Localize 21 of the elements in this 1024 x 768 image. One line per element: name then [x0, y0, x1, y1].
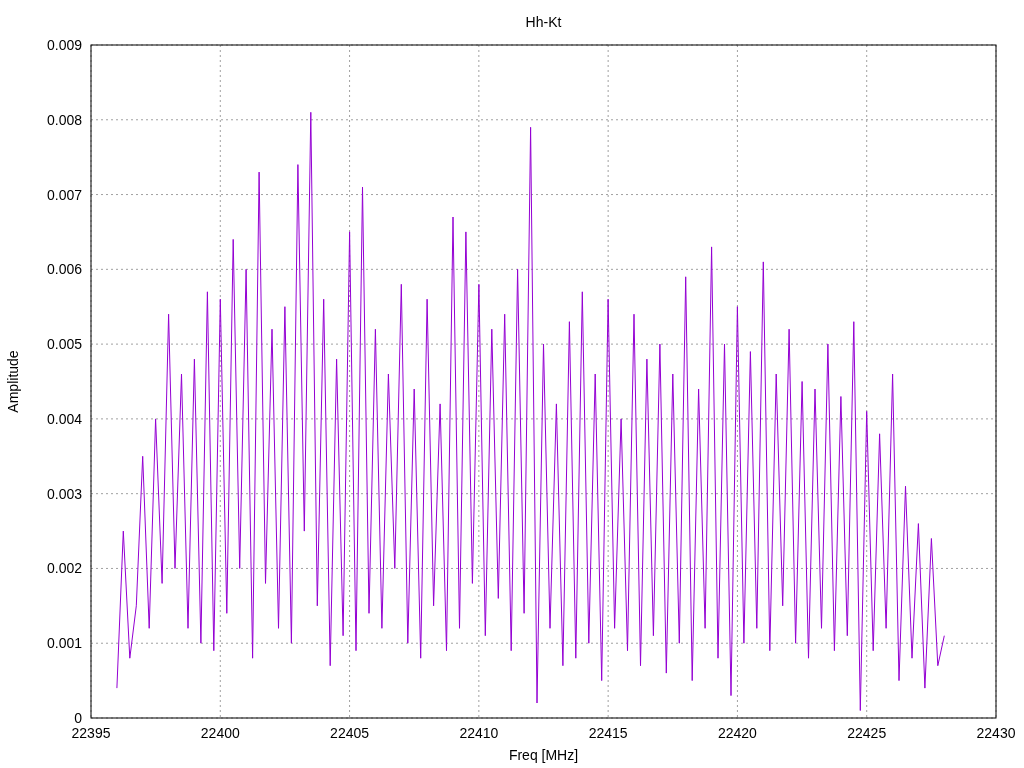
x-axis-title: Freq [MHz] — [508, 747, 579, 763]
x-tick-label: 22400 — [200, 725, 240, 741]
x-tick-label: 22415 — [588, 725, 628, 741]
x-tick-label: 22425 — [847, 725, 887, 741]
x-tick-label: 22405 — [330, 725, 370, 741]
y-tick-label: 0.008 — [46, 111, 82, 128]
y-tick-label: 0.003 — [46, 485, 82, 502]
y-tick-label: 0 — [74, 710, 82, 726]
y-tick-label: 0.001 — [46, 635, 82, 652]
x-tick-label: 22395 — [71, 725, 111, 741]
y-tick-label: 0.007 — [46, 186, 82, 203]
x-tick-label: 22410 — [459, 725, 499, 741]
y-tick-label: 0.009 — [46, 37, 82, 53]
y-tick-label: 0.006 — [46, 261, 82, 278]
chart-title: Hh-Kt — [525, 14, 562, 30]
y-tick-label: 0.002 — [46, 560, 82, 577]
x-tick-label: 22430 — [976, 725, 1016, 741]
y-tick-label: 0.004 — [46, 410, 82, 427]
y-axis-title: Amplitude — [5, 350, 21, 413]
y-tick-label: 0.005 — [46, 336, 82, 353]
x-tick-label: 22420 — [717, 725, 757, 741]
